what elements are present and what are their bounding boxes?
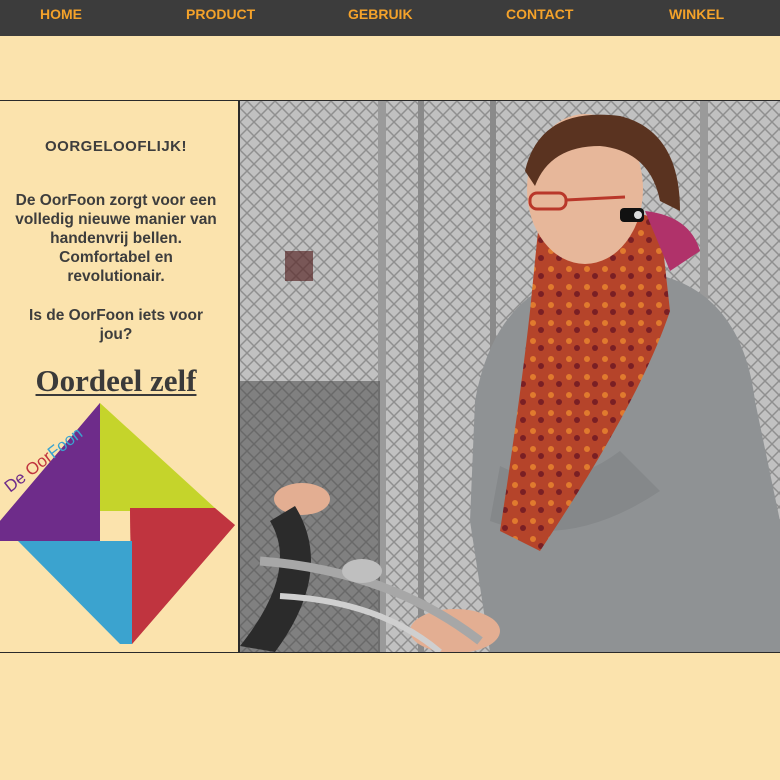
hero-photo — [240, 101, 780, 652]
logo-center — [100, 511, 130, 541]
oorfoon-logo[interactable]: De OorFoon — [0, 401, 238, 646]
nav-link-product[interactable]: PRODUCT — [186, 6, 255, 22]
nav-link-gebruik[interactable]: GEBRUIK — [348, 6, 413, 22]
intro-text: De OorFoon zorgt voor een volledig nieuw… — [15, 192, 217, 285]
nav-link-home[interactable]: HOME — [40, 6, 82, 22]
intro-panel: OORGELOOFLIJK! De OorFoon zorgt voor een… — [0, 101, 238, 652]
oordeel-zelf-link[interactable]: Oordeel zelf — [0, 363, 232, 399]
top-navigation: HOME PRODUCT GEBRUIK CONTACT WINKEL — [0, 0, 780, 36]
hero-section: OORGELOOFLIJK! De OorFoon zorgt voor een… — [0, 100, 780, 653]
question-text: Is de OorFoon iets voor jou? — [29, 307, 203, 343]
logo-red-fill — [130, 508, 235, 644]
nav-link-winkel[interactable]: WINKEL — [669, 6, 724, 22]
headline: OORGELOOFLIJK! — [45, 138, 187, 155]
nav-link-contact[interactable]: CONTACT — [506, 6, 573, 22]
cyclist-photo-illustration — [240, 101, 780, 652]
logo-lime-shape — [100, 403, 215, 511]
logo-blue-shape — [18, 541, 132, 644]
